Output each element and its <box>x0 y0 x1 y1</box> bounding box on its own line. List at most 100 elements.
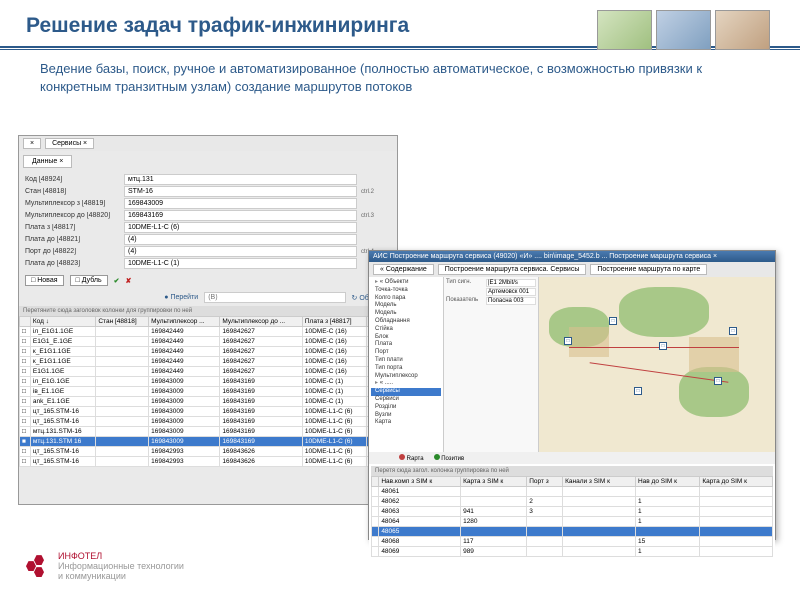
tree-item[interactable]: Плата <box>371 341 441 349</box>
col-header[interactable] <box>372 477 379 487</box>
col-header[interactable]: Мультиплексор ... <box>149 317 220 327</box>
tab-services[interactable]: Сервисы × <box>45 138 94 149</box>
tree-item[interactable]: « ..... <box>371 380 441 388</box>
tab-route-services[interactable]: Построение маршрута сервиса. Сервисы <box>438 264 587 275</box>
col-header[interactable]: Порт з <box>527 477 563 487</box>
table-row[interactable]: □іл_E1G.1GE16984300916984316910DME-C (1)… <box>20 377 397 387</box>
field-value[interactable]: 169843169 <box>124 210 357 221</box>
tree-item[interactable]: Модель <box>371 302 441 310</box>
table-row[interactable]: 4806811715 <box>372 537 773 547</box>
table-row[interactable]: □E1G1.1GE16984244916984262710DME-C (16)(… <box>20 367 397 377</box>
search-input[interactable] <box>204 292 345 303</box>
tree-item[interactable]: Сервиси <box>371 396 441 404</box>
subtab-data[interactable]: Данные × <box>23 155 72 168</box>
field-label: Плата до [48823] <box>25 260 120 267</box>
table-row[interactable]: □іл_E1G1.1GE16984244916984262710DME-C (1… <box>20 327 397 337</box>
table-row[interactable]: 4806394131 <box>372 507 773 517</box>
field-value[interactable]: 169843009 <box>124 198 357 209</box>
col-header[interactable]: Код ↓ <box>30 317 95 327</box>
col-header[interactable]: Карта до SIM к <box>700 477 773 487</box>
table-row[interactable]: □к_E1G1.1GE16984244916984262710DME-C (16… <box>20 347 397 357</box>
table-row[interactable]: □цт_165.STM-1616984299316984362610DME-L1… <box>20 447 397 457</box>
tree-item[interactable]: « Объекти <box>371 279 441 287</box>
table-row[interactable]: □цт_165.STM-1616984299316984362610DME-L1… <box>20 457 397 467</box>
tab-route-map[interactable]: Построение маршрута по карте <box>590 264 707 275</box>
duplicate-button[interactable]: □ Дубль <box>70 275 108 286</box>
table-row[interactable]: □цт_165.STM-1616984300916984316910DME-L1… <box>20 407 397 417</box>
tree-item[interactable]: Точка-точка <box>371 287 441 295</box>
map-node-icon[interactable]: □ <box>609 317 617 325</box>
detail-value[interactable]: Попасна 003 <box>486 297 536 305</box>
window-titlebar: АИС Построение маршрута сервиса (49020) … <box>369 251 775 262</box>
map-node-icon[interactable]: □ <box>564 337 572 345</box>
field-value[interactable]: STM-16 <box>124 186 357 197</box>
table-row[interactable]: □ank_E1.1GE16984300916984316910DME-C (1)… <box>20 397 397 407</box>
field-label: Плата з [48817] <box>25 224 120 231</box>
route-nodes-table[interactable]: Нав.комп з SIM кКарта з SIM кПорт зКанал… <box>371 476 773 557</box>
tree-panel[interactable]: « ОбъектиТочка-точкаКолго параМодельМоде… <box>369 277 444 452</box>
check-icon[interactable]: ✔ <box>114 277 120 285</box>
col-header[interactable]: Нав до SIM к <box>635 477 699 487</box>
tree-item[interactable]: Тип порта <box>371 365 441 373</box>
tree-item[interactable]: Мультиплексор <box>371 373 441 381</box>
tree-item[interactable]: Колго пара <box>371 295 441 303</box>
col-header[interactable]: Мультиплексор до ... <box>220 317 303 327</box>
table-row[interactable]: □цт_165.STM-1616984300916984316910DME-L1… <box>20 417 397 427</box>
col-header[interactable]: Нав.комп з SIM к <box>379 477 461 487</box>
logo-icon <box>26 555 50 579</box>
tree-item[interactable]: Тип плати <box>371 357 441 365</box>
tree-item[interactable]: Карта <box>371 419 441 427</box>
services-table[interactable]: Код ↓Стан [48818]Мультиплексор ...Мульти… <box>19 316 397 467</box>
legend-item: Позитив <box>434 454 465 462</box>
col-header[interactable]: Канали з SIM к <box>563 477 636 487</box>
col-header[interactable]: Карта з SIM к <box>461 477 527 487</box>
map-node-icon[interactable]: □ <box>729 327 737 335</box>
go-link[interactable]: ● Перейти <box>164 294 198 301</box>
col-header[interactable]: Стан [48818] <box>96 317 149 327</box>
map-node-icon[interactable]: □ <box>659 342 667 350</box>
tree-item[interactable]: Вузли <box>371 412 441 420</box>
cancel-icon[interactable]: ✘ <box>126 277 132 285</box>
tree-item[interactable]: Сервисы <box>371 388 441 396</box>
header-thumbnails <box>597 10 770 50</box>
map-node-icon[interactable]: □ <box>714 377 722 385</box>
field-value[interactable]: мтц.131 <box>124 174 357 185</box>
table-row[interactable]: 480699891 <box>372 547 773 557</box>
field-label: Плата до [48821] <box>25 236 120 243</box>
tree-item[interactable]: Блок <box>371 334 441 342</box>
field-value[interactable]: 10DME-L1-C (1) <box>124 258 357 269</box>
new-button[interactable]: □ Новая <box>25 275 64 286</box>
table-row[interactable]: 48061 <box>372 487 773 497</box>
tree-item[interactable]: Обладнання <box>371 318 441 326</box>
route-tab-bar: « Содержание Построение маршрута сервиса… <box>369 262 775 277</box>
map-panel[interactable]: □ □ □ □ □ □ <box>539 277 775 452</box>
tree-item[interactable]: Стійка <box>371 326 441 334</box>
table-row[interactable]: □ів_E1.1GE16984300916984316910DME-C (1)(… <box>20 387 397 397</box>
services-window: × Сервисы × Данные × Код [48924]мтц.131С… <box>18 135 398 505</box>
field-value[interactable]: (4) <box>124 234 357 245</box>
tree-item[interactable]: Порт <box>371 349 441 357</box>
detail-label: Тип сигн. <box>446 279 484 287</box>
field-value[interactable]: (4) <box>124 246 357 257</box>
table-row[interactable]: ■мтц.131.STM 1616984300916984316910DME-L… <box>20 437 397 447</box>
group-hint: Перетяните сюда заголовок колонки для гр… <box>19 306 397 316</box>
thumb-2 <box>656 10 711 50</box>
field-value[interactable]: 10DME-L1-C (6) <box>124 222 357 233</box>
table-row[interactable]: □к_E1G1.1GE16984244916984262710DME-C (16… <box>20 357 397 367</box>
table-row[interactable]: □мтц.131.STM-1616984300916984316910DME-L… <box>20 427 397 437</box>
detail-value[interactable]: |E1 2Mbit/s <box>486 279 536 287</box>
table-row[interactable]: 48065 <box>372 527 773 537</box>
tree-item[interactable]: Модель <box>371 310 441 318</box>
table-row[interactable]: 4806221 <box>372 497 773 507</box>
field-label: Стан [48818] <box>25 188 120 195</box>
top-tab-bar: × Сервисы × <box>19 136 397 151</box>
tab-contents[interactable]: « Содержание <box>373 264 434 275</box>
detail-value[interactable]: Артемовск 001 <box>486 288 536 296</box>
map-node-icon[interactable]: □ <box>634 387 642 395</box>
col-header[interactable] <box>20 317 31 327</box>
table-row[interactable]: □E1G1_E.1GE16984244916984262710DME-C (16… <box>20 337 397 347</box>
table-row[interactable]: 4806412801 <box>372 517 773 527</box>
col-header[interactable]: Плата з [48817] <box>302 317 366 327</box>
tree-item[interactable]: Розділи <box>371 404 441 412</box>
tab-close[interactable]: × <box>23 138 41 149</box>
